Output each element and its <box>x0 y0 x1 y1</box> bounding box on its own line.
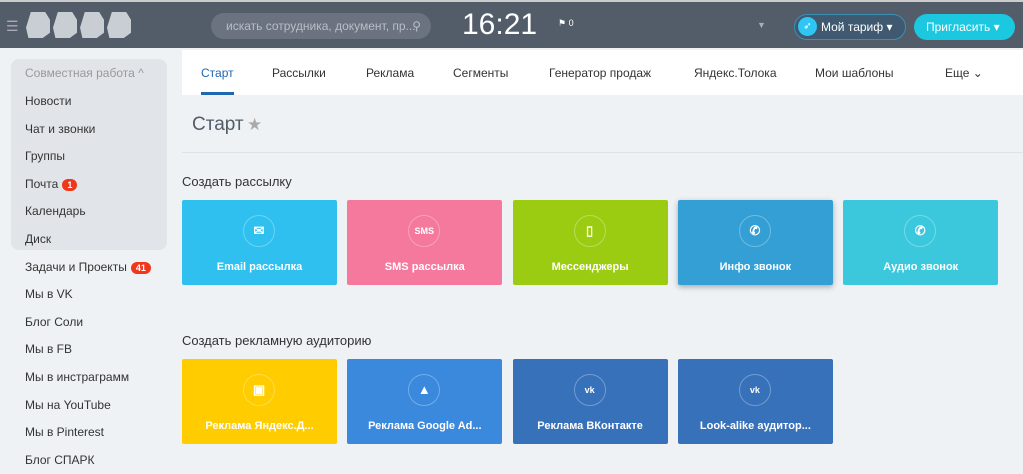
card-label: SMS рассылка <box>384 261 465 273</box>
sidebar-item[interactable]: Группы <box>25 149 65 163</box>
count-badge: 1 <box>62 178 78 191</box>
tab[interactable]: Генератор продаж <box>549 66 651 80</box>
sidebar-item-label: Мы в FB <box>25 342 72 357</box>
card-label: Look-alike аудитор... <box>699 420 811 432</box>
section-title: Создать рекламную аудиторию <box>182 333 372 348</box>
sidebar-item-label: Почта <box>25 176 59 191</box>
sidebar-item-label: Чат и звонки <box>25 121 96 136</box>
card-icon: ✆ <box>904 215 937 247</box>
card-icon: ✆ <box>738 215 771 247</box>
tariff-label: Мой тариф <box>821 20 884 34</box>
tab[interactable]: Рассылки <box>272 66 326 80</box>
rocket-icon: ➶ <box>798 17 817 36</box>
sidebar-item[interactable]: Мы на YouTube <box>25 398 111 412</box>
sidebar-item-label: Мы в Pinterest <box>25 425 105 440</box>
sidebar-item-label: Мы на YouTube <box>25 397 111 412</box>
star-icon[interactable]: ★ <box>247 115 262 135</box>
card-label: Email рассылка <box>216 261 303 273</box>
active-tab-underline <box>201 92 234 95</box>
profile-dropdown-icon[interactable]: ▼ <box>757 20 766 30</box>
search-input[interactable]: искать сотрудника, документ, пр... ⚲ <box>211 13 431 39</box>
sidebar-item[interactable]: Мы в инстраграмм <box>25 370 129 384</box>
sidebar-item[interactable]: Мы в FB <box>25 342 72 356</box>
sidebar-item-label: Диск <box>25 232 52 246</box>
count-badge: 41 <box>130 261 151 274</box>
card-icon: SMS <box>408 215 441 247</box>
top-bar: ☰ искать сотрудника, документ, пр... ⚲ 16… <box>0 0 1023 48</box>
card-label: Инфо звонок <box>719 261 792 273</box>
action-card[interactable]: ✆ Инфо звонок <box>677 200 833 285</box>
flag-counter[interactable]: ⚑ 0 <box>558 18 574 29</box>
sidebar-item-label: Группы <box>25 149 65 164</box>
action-card[interactable]: ▣ Реклама Яндекс.Д... <box>182 359 337 444</box>
card-label: Мессенджеры <box>551 261 629 273</box>
card-icon: ▲ <box>408 374 441 406</box>
action-card[interactable]: ▲ Реклама Google Ad... <box>347 359 503 444</box>
tab[interactable]: Реклама <box>366 66 414 80</box>
card-icon: vk <box>738 374 771 406</box>
sidebar-item-label: Блог Соли <box>25 314 84 329</box>
logo[interactable] <box>26 12 131 38</box>
invite-label: Пригласить <box>926 20 991 34</box>
card-icon: ✉ <box>243 215 275 247</box>
action-card[interactable]: ▯ Мессенджеры <box>512 200 668 285</box>
sidebar-item[interactable]: Календарь <box>25 204 86 218</box>
sidebar-item[interactable]: Диск <box>25 232 51 246</box>
sidebar-item[interactable]: Почта 1 <box>25 176 78 191</box>
invite-button[interactable]: Пригласить ▾ <box>914 14 1015 40</box>
sidebar-item[interactable]: Блог Соли <box>25 315 83 329</box>
action-card[interactable]: SMS SMS рассылка <box>347 200 503 285</box>
sidebar-item[interactable]: Новости <box>25 94 71 108</box>
sidebar-item[interactable]: Мы в VK <box>25 287 73 301</box>
sidebar-item[interactable]: Мы в Pinterest <box>25 425 104 439</box>
card-label: Реклама ВКонтакте <box>537 420 643 432</box>
tab[interactable]: Старт <box>201 66 234 80</box>
sidebar-group-title[interactable]: Совместная работа ^ <box>25 66 144 80</box>
sidebar-item-label: Задачи и Проекты <box>25 259 127 274</box>
action-card[interactable]: ✉ Email рассылка <box>182 200 337 285</box>
search-icon[interactable]: ⚲ <box>412 13 421 39</box>
card-icon: ▣ <box>243 374 275 406</box>
flag-count: 0 <box>568 18 574 28</box>
search-placeholder: искать сотрудника, документ, пр... <box>226 19 416 33</box>
action-card[interactable]: ✆ Аудио звонок <box>843 200 999 285</box>
clock[interactable]: 16:21 <box>462 8 537 42</box>
card-label: Реклама Яндекс.Д... <box>205 420 314 432</box>
page-title: Старт <box>192 114 244 135</box>
tab[interactable]: Сегменты <box>453 66 508 80</box>
divider <box>182 152 1023 153</box>
tab-bar: Старт Рассылки Реклама Сегменты Генератор пр… <box>182 50 1023 95</box>
card-icon: vk <box>573 374 606 406</box>
sidebar-item-label: Календарь <box>25 204 86 219</box>
card-icon: ▯ <box>573 215 606 247</box>
sidebar-item-label: Мы в VK <box>25 287 73 302</box>
sidebar-item[interactable]: Блог СПАРК <box>25 453 95 467</box>
action-card[interactable]: vk Look-alike аудитор... <box>677 359 833 444</box>
tab[interactable]: Мои шаблоны <box>815 66 894 80</box>
menu-icon[interactable]: ☰ <box>6 18 19 35</box>
tab[interactable]: Еще ⌄ <box>945 66 983 80</box>
section-title: Создать рассылку <box>182 174 292 189</box>
sidebar-item-label: Блог СПАРК <box>25 452 95 467</box>
card-label: Реклама Google Ad... <box>368 420 482 432</box>
action-card[interactable]: vk Реклама ВКонтакте <box>512 359 668 444</box>
sidebar-item[interactable]: Задачи и Проекты 41 <box>25 260 151 274</box>
tab[interactable]: Яндекс.Толока <box>694 66 777 80</box>
sidebar-item-label: Мы в инстраграмм <box>25 370 130 384</box>
sidebar-item[interactable]: Чат и звонки <box>25 122 95 136</box>
tariff-button[interactable]: ➶ Мой тариф ▾ <box>794 14 906 40</box>
card-label: Аудио звонок <box>883 261 959 273</box>
sidebar-item-label: Новости <box>25 94 72 108</box>
